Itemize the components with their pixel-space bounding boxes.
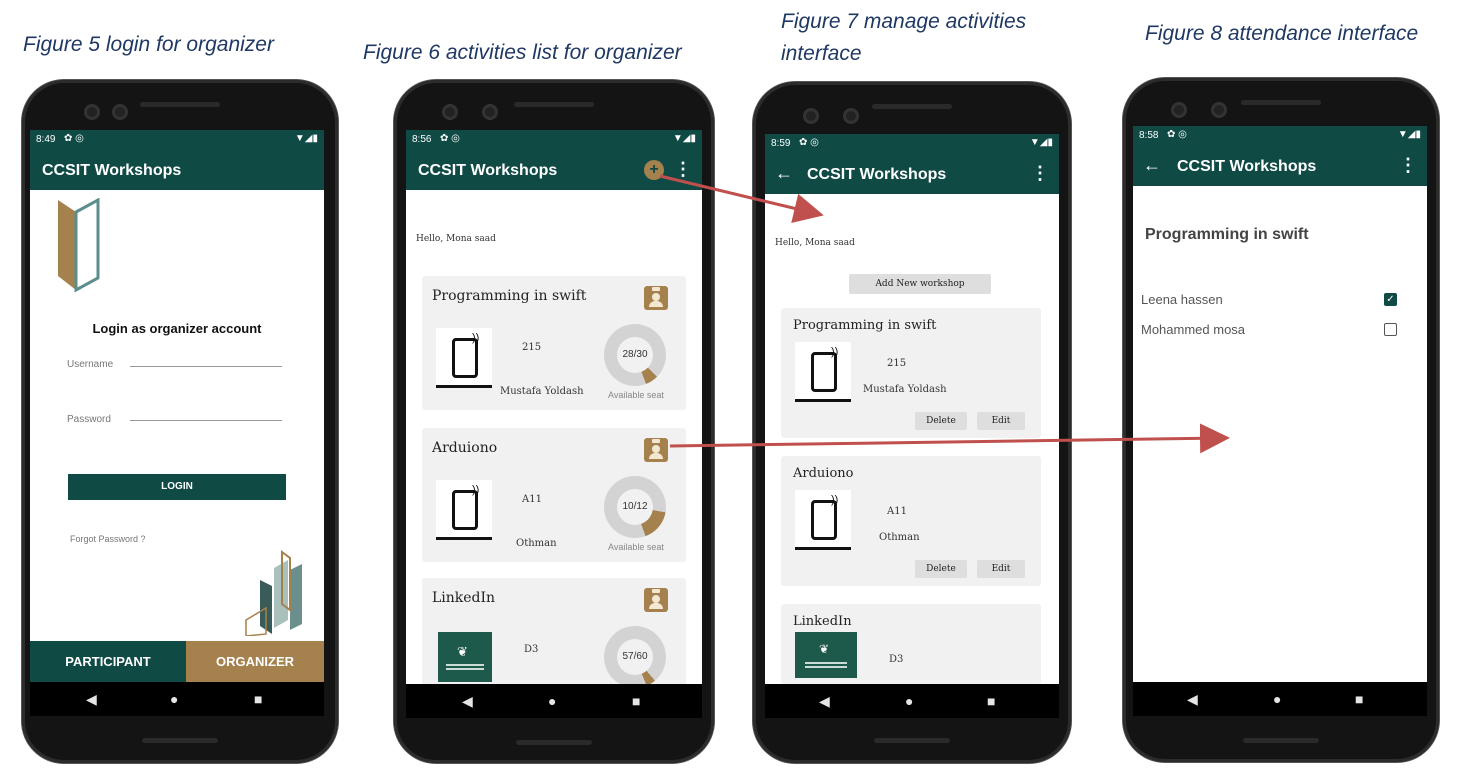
flow-arrows bbox=[659, 174, 1230, 454]
arrow-add-to-manage bbox=[659, 174, 824, 223]
arrow-badge-to-attendance bbox=[669, 423, 1230, 454]
